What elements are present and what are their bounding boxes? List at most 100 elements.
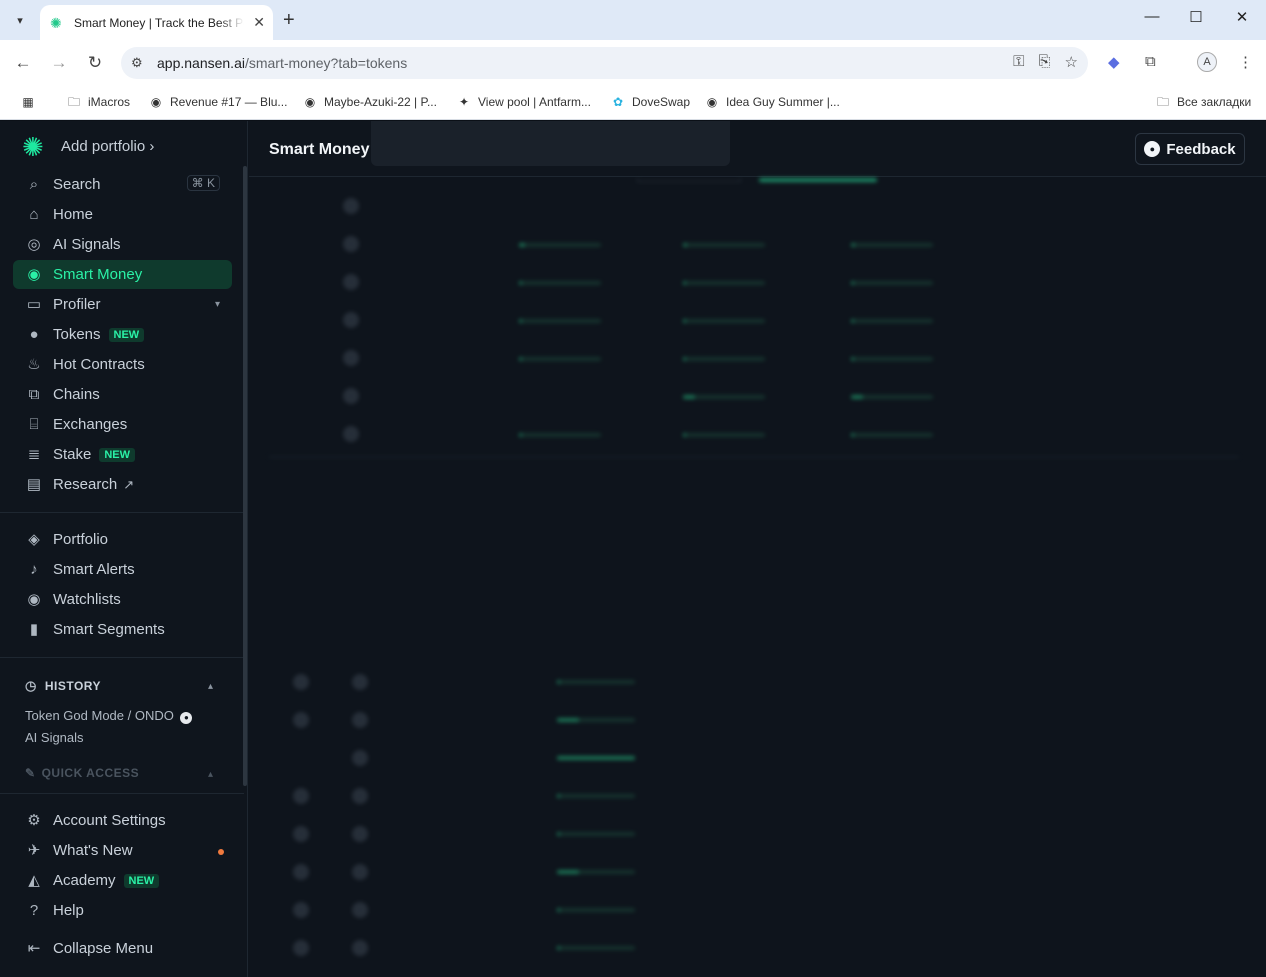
chevron-up-icon[interactable]: ▴ <box>208 681 235 692</box>
window-close-icon[interactable]: ✕ <box>1227 8 1257 26</box>
minimize-icon[interactable]: — <box>1137 8 1167 25</box>
extensions-puzzle-icon[interactable]: ⧉ <box>1145 53 1156 70</box>
history-item[interactable]: Token God Mode / ONDO ● <box>25 708 193 724</box>
new-badge: NEW <box>123 873 160 888</box>
site-icon: ◉ <box>706 95 718 109</box>
sidebar-item-label: Chains <box>53 386 100 403</box>
sidebar-item-label: Watchlists <box>53 591 121 608</box>
dropdown-popover[interactable] <box>371 121 730 166</box>
sidebar-item-label: Search <box>53 176 101 193</box>
sidebar-item-label: Research <box>53 476 118 493</box>
sidebar-item-whats-new[interactable]: ✈ What's New <box>13 836 232 865</box>
signal-icon: ◎ <box>27 235 41 253</box>
tab-title: Smart Money | Track the Best Performing … <box>74 15 244 30</box>
bookmark-idea-guy[interactable]: ◉ Idea Guy Summer |... <box>704 95 840 109</box>
external-link-icon: ↗ <box>123 476 135 492</box>
bank-icon: ⌸ <box>29 415 39 433</box>
profile-avatar[interactable]: A <box>1197 52 1217 72</box>
bookmark-azuki[interactable]: ◉ Maybe-Azuki-22 | P... <box>302 95 437 109</box>
sidebar-item-chains[interactable]: ⧉ Chains <box>13 380 232 409</box>
feedback-button[interactable]: ● Feedback <box>1135 133 1245 165</box>
bookmarks-bar: ▦ 🗀 iMacros ◉ Revenue #17 — Blu... ◉ Maybe-… <box>0 86 1266 120</box>
sidebar-item-label: Tokens <box>53 326 101 343</box>
back-arrow-icon[interactable]: ← <box>12 52 34 74</box>
sidebar-item-search[interactable]: ⌕ Search ⌘ K <box>13 170 232 199</box>
maximize-icon[interactable]: ☐ <box>1181 8 1211 26</box>
sidebar-item-watchlists[interactable]: ◉ Watchlists <box>13 585 232 614</box>
password-key-icon[interactable]: ⚿ <box>1013 53 1024 71</box>
smart-money-icon: ◉ <box>27 265 41 283</box>
sidebar-item-smart-segments[interactable]: ▮ Smart Segments <box>13 615 232 644</box>
browser-tab[interactable]: ✺ Smart Money | Track the Best Performin… <box>40 5 273 40</box>
page-title: Smart Money <box>269 141 370 158</box>
omnibox[interactable]: ⚙ app.nansen.ai/smart-money?tab=tokens ⚿… <box>121 47 1088 79</box>
address-bar-row: ← → ↻ ⚙ app.nansen.ai/smart-money?tab=to… <box>0 40 1266 86</box>
chevron-down-icon[interactable]: ▾ <box>215 299 220 310</box>
sidebar-item-tokens[interactable]: ● Tokens NEW <box>13 320 232 349</box>
bookmark-label: View pool | Antfarm... <box>478 95 591 109</box>
document-icon: ▤ <box>26 475 42 493</box>
sidebar-item-stake[interactable]: ≣ Stake NEW <box>13 440 232 469</box>
bookmark-revenue[interactable]: ◉ Revenue #17 — Blu... <box>148 95 288 109</box>
browser-menu-icon[interactable]: ⋮ <box>1238 53 1253 71</box>
sidebar-item-research[interactable]: ▤ Research ↗ <box>13 470 232 499</box>
extension-icon[interactable]: ◆ <box>1108 53 1120 71</box>
bookmark-label: DoveSwap <box>632 95 691 109</box>
all-bookmarks[interactable]: 🗀 Все закладки <box>1155 95 1251 109</box>
chain-link-icon: ⧉ <box>28 385 40 403</box>
bookmark-label: iMacros <box>88 95 131 109</box>
reload-icon[interactable]: ↻ <box>84 52 106 74</box>
sidebar-item-label: Academy <box>53 872 116 889</box>
sidebar-item-label: Collapse Menu <box>53 940 154 957</box>
sidebar-item-label: Hot Contracts <box>53 356 145 373</box>
tab-close-icon[interactable]: ✕ <box>253 14 265 31</box>
flame-icon: ♨ <box>27 355 41 373</box>
sidebar-item-profiler[interactable]: ▭ Profiler ▾ <box>13 290 232 319</box>
table-divider <box>269 456 1239 458</box>
sidebar-item-hot-contracts[interactable]: ♨ Hot Contracts <box>13 350 232 379</box>
nansen-logo-icon[interactable]: ✺ <box>22 133 50 161</box>
site-info-icon[interactable]: ⚙ <box>131 55 151 71</box>
chevron-up-icon[interactable]: ▴ <box>208 769 235 780</box>
nansen-app: ✺ Add portfolio › ⌕ Search ⌘ K ⌂ Home ◎ … <box>0 121 1266 977</box>
add-portfolio-link[interactable]: Add portfolio › <box>61 138 154 155</box>
active-tab-indicator <box>759 178 877 182</box>
sidebar-item-portfolio[interactable]: ◈ Portfolio <box>13 525 232 554</box>
bookmark-imacros[interactable]: 🗀 iMacros <box>66 95 130 109</box>
sidebar-item-label: Profiler <box>53 296 101 313</box>
shortcut-hint: ⌘ K <box>186 175 220 191</box>
url-host: app.nansen.ai <box>157 55 245 71</box>
feedback-label: Feedback <box>1166 140 1236 158</box>
sidebar-item-smart-alerts[interactable]: ♪ Smart Alerts <box>13 555 232 584</box>
forward-arrow-icon[interactable]: → <box>48 52 70 74</box>
bookmark-star-icon[interactable]: ☆ <box>1065 53 1078 71</box>
url-text[interactable]: app.nansen.ai/smart-money?tab=tokens <box>157 55 407 71</box>
sidebar-item-label: Account Settings <box>53 812 166 829</box>
sidebar-item-collapse-menu[interactable]: ⇤ Collapse Menu <box>13 934 232 963</box>
site-icon: ◉ <box>150 95 162 109</box>
new-badge: NEW <box>99 447 136 462</box>
sidebar-item-help[interactable]: ? Help <box>13 896 232 925</box>
sidebar-item-account-settings[interactable]: ⚙ Account Settings <box>13 806 232 835</box>
new-tab-plus-icon[interactable]: + <box>283 8 295 32</box>
apps-grid-icon[interactable]: ▦ <box>20 95 42 109</box>
sidebar-item-ai-signals[interactable]: ◎ AI Signals <box>13 230 232 259</box>
help-icon: ? <box>29 901 39 919</box>
history-item-label: Token God Mode / ONDO <box>25 708 174 723</box>
translate-icon[interactable]: ⎘ <box>1039 53 1051 71</box>
nansen-favicon-icon: ✺ <box>50 14 62 31</box>
quick-access-title[interactable]: ✎ QUICK ACCESS <box>25 766 139 780</box>
history-item[interactable]: AI Signals <box>25 730 84 745</box>
chat-bubble-icon: ● <box>1144 141 1161 157</box>
sidebar-item-academy[interactable]: ◭ Academy NEW <box>13 866 232 895</box>
bookmark-antfarm[interactable]: ✦ View pool | Antfarm... <box>456 95 591 109</box>
sidebar-item-smart-money[interactable]: ◉ Smart Money <box>13 260 232 289</box>
history-title: HISTORY <box>44 679 102 693</box>
sidebar-item-home[interactable]: ⌂ Home <box>13 200 232 229</box>
tab-search-chevron-icon[interactable]: ▾ <box>8 8 32 32</box>
sidebar-item-exchanges[interactable]: ⌸ Exchanges <box>13 410 232 439</box>
history-section-title[interactable]: ◷ HISTORY <box>25 678 101 694</box>
bell-icon: ♪ <box>30 560 38 578</box>
bookmark-doveswap[interactable]: ✿ DoveSwap <box>610 95 690 109</box>
sidebar-scrollbar[interactable] <box>243 166 247 786</box>
